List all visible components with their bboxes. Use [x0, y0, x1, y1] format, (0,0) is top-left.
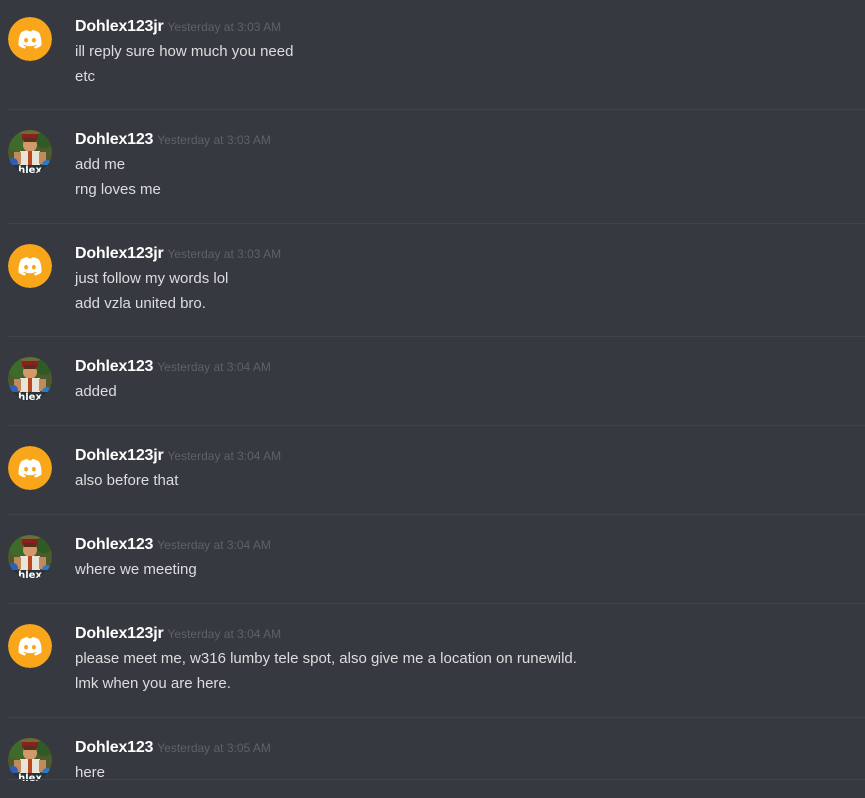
message-timestamp: Yesterday at 3:04 AM: [167, 449, 282, 463]
message-author[interactable]: Dohlex123jr Yesterday at 3:04 AM: [75, 625, 281, 643]
message-divider: [8, 109, 865, 110]
character-avatar[interactable]: hlex: [8, 738, 52, 782]
message-timestamp: Yesterday at 3:03 AM: [167, 20, 282, 34]
discord-logo-avatar[interactable]: [8, 446, 52, 490]
message-divider: [8, 336, 865, 337]
author-name[interactable]: Dohlex123jr: [75, 447, 164, 464]
character-avatar[interactable]: hlex: [8, 535, 52, 579]
message-divider: [8, 223, 865, 224]
character-avatar[interactable]: hlex: [8, 130, 52, 174]
message-author[interactable]: Dohlex123 Yesterday at 3:04 AM: [75, 358, 271, 376]
message-author[interactable]: Dohlex123 Yesterday at 3:05 AM: [75, 739, 271, 757]
message-text: etc: [75, 68, 96, 85]
author-name[interactable]: Dohlex123jr: [75, 245, 164, 262]
message-text: also before that: [75, 472, 179, 489]
svg-text:hlex: hlex: [18, 392, 42, 401]
message-divider: [8, 603, 865, 604]
message-author[interactable]: Dohlex123jr Yesterday at 3:03 AM: [75, 18, 281, 36]
chat-message-list: Dohlex123jr Yesterday at 3:03 AM ill reply…: [0, 0, 865, 798]
author-name[interactable]: Dohlex123jr: [75, 625, 164, 642]
message-divider: [8, 779, 865, 780]
message-text: lmk when you are here.: [75, 675, 231, 692]
message-divider: [8, 425, 865, 426]
author-name[interactable]: Dohlex123jr: [75, 18, 164, 35]
author-name[interactable]: Dohlex123: [75, 536, 153, 553]
message-author[interactable]: Dohlex123 Yesterday at 3:04 AM: [75, 536, 271, 554]
discord-logo-avatar[interactable]: [8, 624, 52, 668]
author-name[interactable]: Dohlex123: [75, 739, 153, 756]
message-text: just follow my words lol: [75, 270, 229, 287]
message-divider: [8, 514, 865, 515]
message-divider: [8, 717, 865, 718]
author-name[interactable]: Dohlex123: [75, 358, 153, 375]
message-timestamp: Yesterday at 3:04 AM: [157, 360, 271, 374]
discord-logo-avatar[interactable]: [8, 244, 52, 288]
message-text: ill reply sure how much you need: [75, 43, 294, 60]
message-text: please meet me, w316 lumby tele spot, al…: [75, 650, 577, 667]
message-text: where we meeting: [75, 561, 197, 578]
message-text: rng loves me: [75, 181, 161, 198]
message-author[interactable]: Dohlex123jr Yesterday at 3:03 AM: [75, 245, 281, 263]
character-avatar[interactable]: hlex: [8, 357, 52, 401]
svg-text:hlex: hlex: [18, 773, 42, 782]
message-text: added: [75, 383, 117, 400]
message-author[interactable]: Dohlex123jr Yesterday at 3:04 AM: [75, 447, 281, 465]
svg-text:hlex: hlex: [18, 570, 42, 579]
message-timestamp: Yesterday at 3:03 AM: [167, 247, 282, 261]
message-text: add me: [75, 156, 126, 173]
svg-text:hlex: hlex: [18, 165, 42, 174]
message-text: add vzla united bro.: [75, 295, 206, 312]
message-timestamp: Yesterday at 3:03 AM: [157, 133, 271, 147]
author-name[interactable]: Dohlex123: [75, 131, 153, 148]
message-timestamp: Yesterday at 3:04 AM: [167, 627, 282, 641]
discord-logo-avatar[interactable]: [8, 17, 52, 61]
message-timestamp: Yesterday at 3:04 AM: [157, 538, 271, 552]
message-author[interactable]: Dohlex123 Yesterday at 3:03 AM: [75, 131, 271, 149]
message-timestamp: Yesterday at 3:05 AM: [157, 741, 271, 755]
